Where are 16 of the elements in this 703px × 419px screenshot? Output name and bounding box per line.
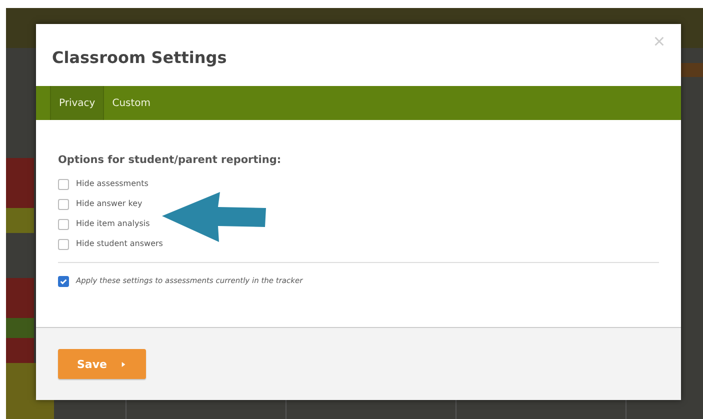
checkbox[interactable]	[58, 238, 69, 250]
checkbox[interactable]	[58, 198, 69, 210]
tab[interactable]: Custom	[104, 86, 159, 120]
option-label: Hide assessments	[76, 178, 148, 190]
save-button[interactable]: Save	[58, 349, 146, 379]
option-label: Hide answer key	[76, 198, 142, 210]
checkbox[interactable]	[58, 178, 69, 190]
caret-icon	[121, 360, 126, 368]
checkbox[interactable]	[58, 276, 69, 286]
section-heading: Options for student/parent reporting:	[58, 154, 282, 166]
tab[interactable]: Privacy	[50, 86, 104, 120]
option-label: Hide student answers	[76, 238, 163, 250]
checkbox[interactable]	[58, 218, 69, 230]
option-label: Hide item analysis	[76, 218, 150, 230]
dialog-title: Classroom Settings	[52, 48, 227, 66]
header-tab	[681, 63, 703, 77]
